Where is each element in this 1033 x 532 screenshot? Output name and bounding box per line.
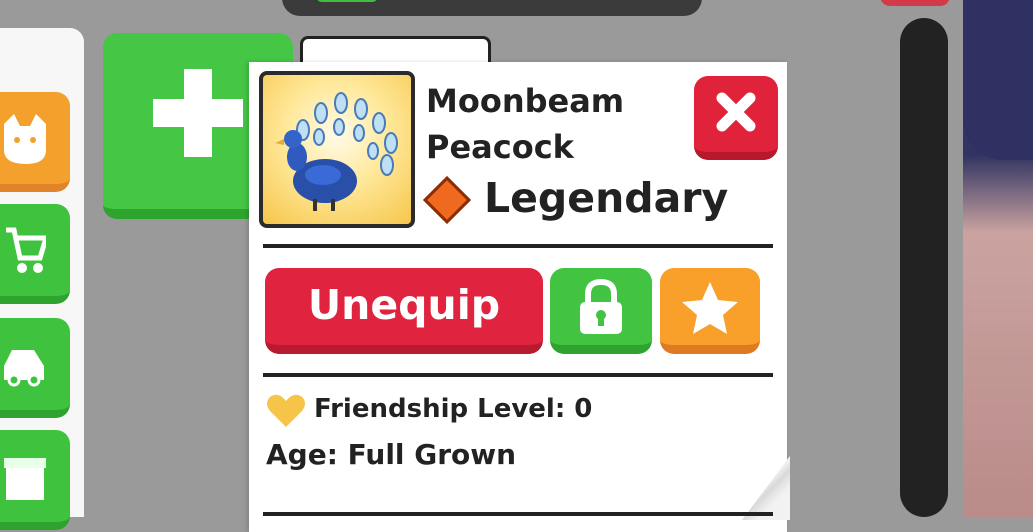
favorite-button[interactable] [660,268,760,354]
close-icon [716,92,756,132]
car-icon [4,350,44,387]
top-bar-red-tab [880,0,950,6]
cart-icon [6,227,46,273]
sidebar-pets-button[interactable] [0,92,70,192]
divider-bottom [263,512,773,516]
pet-name: Moonbeam Peacock [426,78,686,170]
pet-name-line1: Moonbeam [426,82,625,120]
gift-icon [4,458,46,500]
pet-age: Age: Full Grown [266,438,517,471]
heart-icon [267,394,305,427]
top-bar [282,0,702,16]
pet-name-line2: Peacock [426,128,574,166]
scrollbar[interactable] [900,18,948,517]
lock-icon [580,278,622,334]
game-world-shape [963,0,1033,160]
sidebar-gifts-button[interactable] [0,430,70,530]
unequip-button[interactable]: Unequip [265,268,543,354]
friendship-level: Friendship Level: 0 [314,394,593,424]
cat-icon [4,114,46,164]
divider-middle [263,373,773,377]
top-bar-green-tab [316,0,378,2]
close-button[interactable] [694,76,778,160]
divider-top [263,244,773,248]
peacock-image [275,92,398,211]
rarity-label: Legendary [484,174,729,222]
sidebar-vehicles-button[interactable] [0,318,70,418]
pet-thumbnail [259,71,415,228]
lock-button[interactable] [550,268,652,354]
star-icon [682,282,738,334]
plus-icon-vertical [184,69,212,157]
sidebar-shop-button[interactable] [0,204,70,304]
